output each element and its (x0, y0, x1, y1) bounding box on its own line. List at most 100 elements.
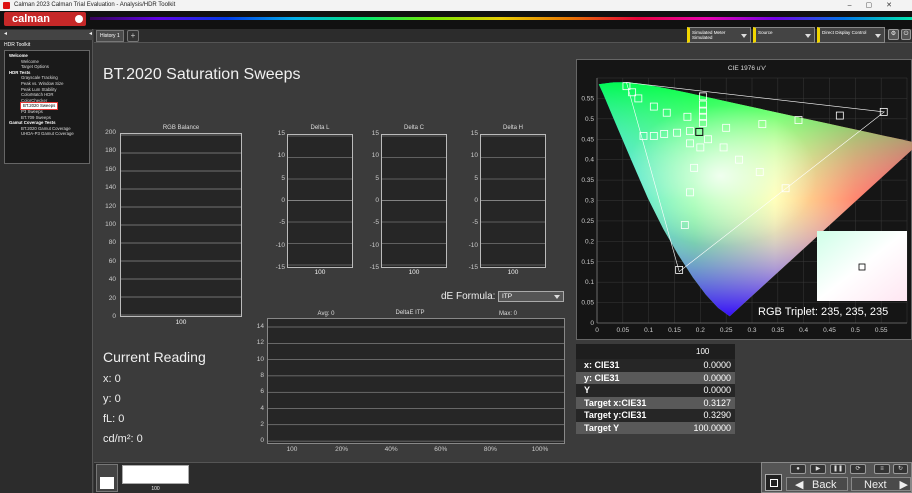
record-button[interactable]: ● (790, 464, 806, 474)
ytick-label: -5 (279, 219, 285, 227)
delta-plot-title: Delta L (310, 125, 330, 131)
play-button[interactable]: ▶ (810, 464, 826, 474)
delta-plot-title: Delta C (403, 125, 424, 131)
rgb-triplet: RGB Triplet: 235, 235, 235 (758, 306, 889, 318)
ytick-label: 0.1 (585, 279, 594, 286)
ytick-label: 14 (256, 323, 264, 330)
settings-button[interactable]: ⚙ (888, 29, 899, 40)
xtick-label: 0.2 (696, 327, 705, 334)
arrow-left-icon[interactable]: ◂ (4, 31, 7, 37)
window-controls[interactable]: –▢✕ (848, 0, 906, 11)
meter-dropdown[interactable]: Simulated Meter Simulated (687, 27, 751, 43)
white-patch-icon (100, 477, 114, 489)
tree-item-label: P3 Sweeps (21, 108, 43, 114)
ytick-label: 10 (256, 355, 264, 363)
deltae-title: DeltaE ITP (395, 310, 425, 316)
delta-plot-area (381, 134, 447, 268)
table-row: Target Y 100.0000 (576, 421, 735, 434)
loop-icon: ⟳ (855, 466, 861, 472)
ytick-label: 200 (105, 129, 116, 136)
xtick-label: 80% (483, 446, 497, 453)
ytick-label: -15 (369, 263, 379, 271)
ytick-label: 0.3 (585, 198, 594, 205)
ytick-label: -10 (468, 241, 478, 249)
de-formula-value: ITP (502, 293, 513, 300)
next-label: Next (864, 479, 887, 491)
maximize-button[interactable]: ▢ (866, 2, 887, 9)
deltae-grid (268, 326, 564, 442)
delta-plot-grid (382, 135, 446, 266)
tree-item-label: Gamut Coverage Tests (9, 120, 56, 126)
add-tab-button[interactable]: + (127, 30, 139, 42)
current-patch-swatch[interactable] (122, 465, 189, 484)
ytick-label: 5 (474, 174, 478, 182)
ytick-label: 180 (105, 147, 116, 155)
xtick-label: 0.15 (668, 327, 681, 334)
ytick-label: 40 (108, 276, 116, 284)
patch-toggle-button[interactable] (96, 464, 118, 492)
tree-item-label: Target Options (21, 64, 49, 70)
ytick-label: -10 (275, 241, 285, 249)
row-label: Y (584, 385, 591, 395)
table-row: Target y:CIE31 0.3290 (576, 409, 735, 422)
ytick-label: 2 (260, 420, 264, 428)
display-control-dropdown[interactable]: Direct Display Control (817, 27, 885, 43)
xtick-label: 20% (335, 446, 349, 453)
arrow-left-icon[interactable]: ◂ (89, 30, 92, 37)
ytick-label: 0.45 (581, 136, 594, 143)
ytick-label: 4 (260, 404, 264, 412)
de-formula-label: dE Formula: (441, 291, 496, 302)
deltae-plot (267, 318, 565, 444)
ytick-label: 10 (277, 152, 285, 160)
minimize-button[interactable]: – (848, 2, 866, 9)
tree-item[interactable]: UHDA-P3 Gamut Coverage (7, 131, 87, 137)
cie-xticks: 0 0.05 0.1 0.15 0.2 0.25 0.3 0.35 0.4 0.45 0.5 0.55 (595, 327, 888, 334)
cie-chart: CIE 1976 u'v' 0 0.05 0.1 0.15 0.2 0.25 0.3 0.35… (581, 65, 912, 334)
refresh-button[interactable]: ↻ (893, 464, 908, 474)
rgb-balance-plot (120, 133, 242, 317)
workflow-tree[interactable]: Welcome Welcome Target Options HDR Tests Gra… (4, 50, 90, 164)
gear-icon: ≡ (880, 466, 884, 472)
ytick-label: -10 (369, 241, 379, 249)
deltae-avg: Avg: 0 (317, 311, 335, 317)
ytick-label: -5 (373, 219, 379, 227)
de-formula-select[interactable]: ITP (498, 291, 564, 302)
cie-chart-panel: CIE 1976 u'v' 0 0.05 0.1 0.15 0.2 0.25 0.3 0.35… (576, 59, 912, 340)
source-dropdown[interactable]: Source (753, 27, 815, 43)
connect-button[interactable]: ⏻ (901, 29, 911, 40)
xtick-label: 0.45 (823, 327, 836, 334)
tab-history-1[interactable]: History 1 (96, 30, 124, 42)
reading-y: y: 0 (103, 393, 121, 405)
back-arrow-icon: ◀ (795, 479, 804, 491)
tree-item-label: Grayscale Tracking (21, 75, 58, 81)
next-button[interactable]: Next ▶ (851, 477, 911, 491)
xtick-label: 0.5 (851, 327, 860, 334)
back-button[interactable]: ◀ Back (786, 477, 848, 491)
tree-item-label: BT.2020 Gamut Coverage (21, 125, 71, 131)
xtick-label: 0 (595, 327, 599, 334)
sidebar-title: HDR Toolkit (4, 42, 31, 48)
patch-label: 100 (151, 486, 160, 492)
tree-item-label: ColorMatch HDR (21, 92, 54, 98)
sidebar-collapse-controls[interactable]: ◂ ◂ (4, 30, 92, 37)
ytick-label: 0.55 (581, 95, 594, 102)
rainbow-bar (90, 17, 912, 20)
table-row: x: CIE31 0.0000 (576, 359, 735, 372)
pause-button[interactable]: ❚❚ (830, 464, 846, 474)
tree-item-label: UHDA-P3 Gamut Coverage (21, 131, 74, 137)
calman-logo-button[interactable]: calman (4, 12, 86, 26)
ytick-label: 5 (281, 174, 285, 182)
ytick-label: -5 (472, 219, 478, 227)
close-button[interactable]: ✕ (886, 2, 906, 9)
loop-button[interactable]: ⟳ (850, 464, 866, 474)
stop-button[interactable] (765, 474, 782, 491)
ytick-label: 0.05 (581, 300, 594, 307)
xtick-label: 40% (384, 446, 398, 453)
next-arrow-icon: ▶ (899, 479, 908, 491)
ytick-label: 0 (375, 196, 379, 204)
xtick-label: 60% (434, 446, 448, 453)
options-button[interactable]: ≡ (874, 464, 890, 474)
xtick-label: 0.55 (875, 327, 888, 334)
rgb-balance-title: RGB Balance (162, 125, 200, 131)
chevron-down-icon (805, 34, 811, 38)
